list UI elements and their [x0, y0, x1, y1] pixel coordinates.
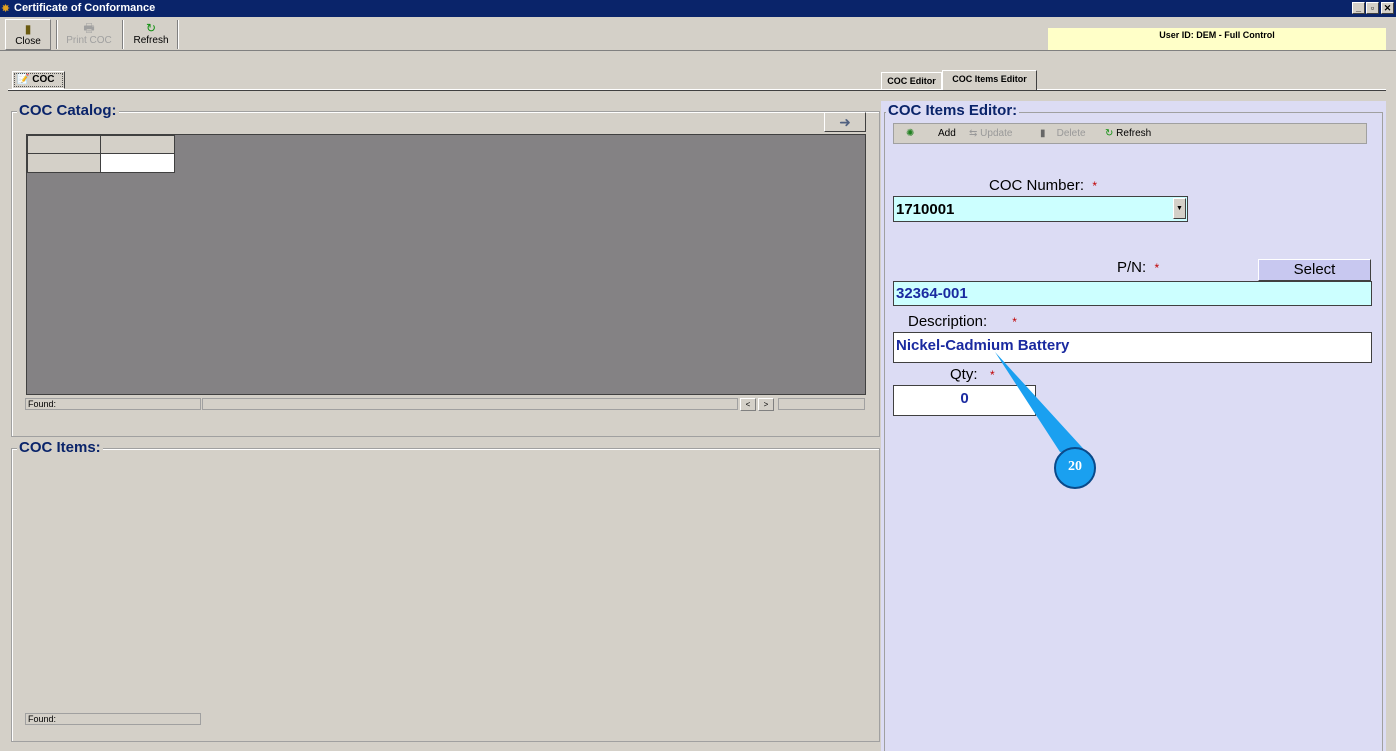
callout-pointer: [995, 352, 1090, 456]
callout-number: 20: [1068, 459, 1082, 474]
callout-balloon: [995, 352, 1096, 489]
